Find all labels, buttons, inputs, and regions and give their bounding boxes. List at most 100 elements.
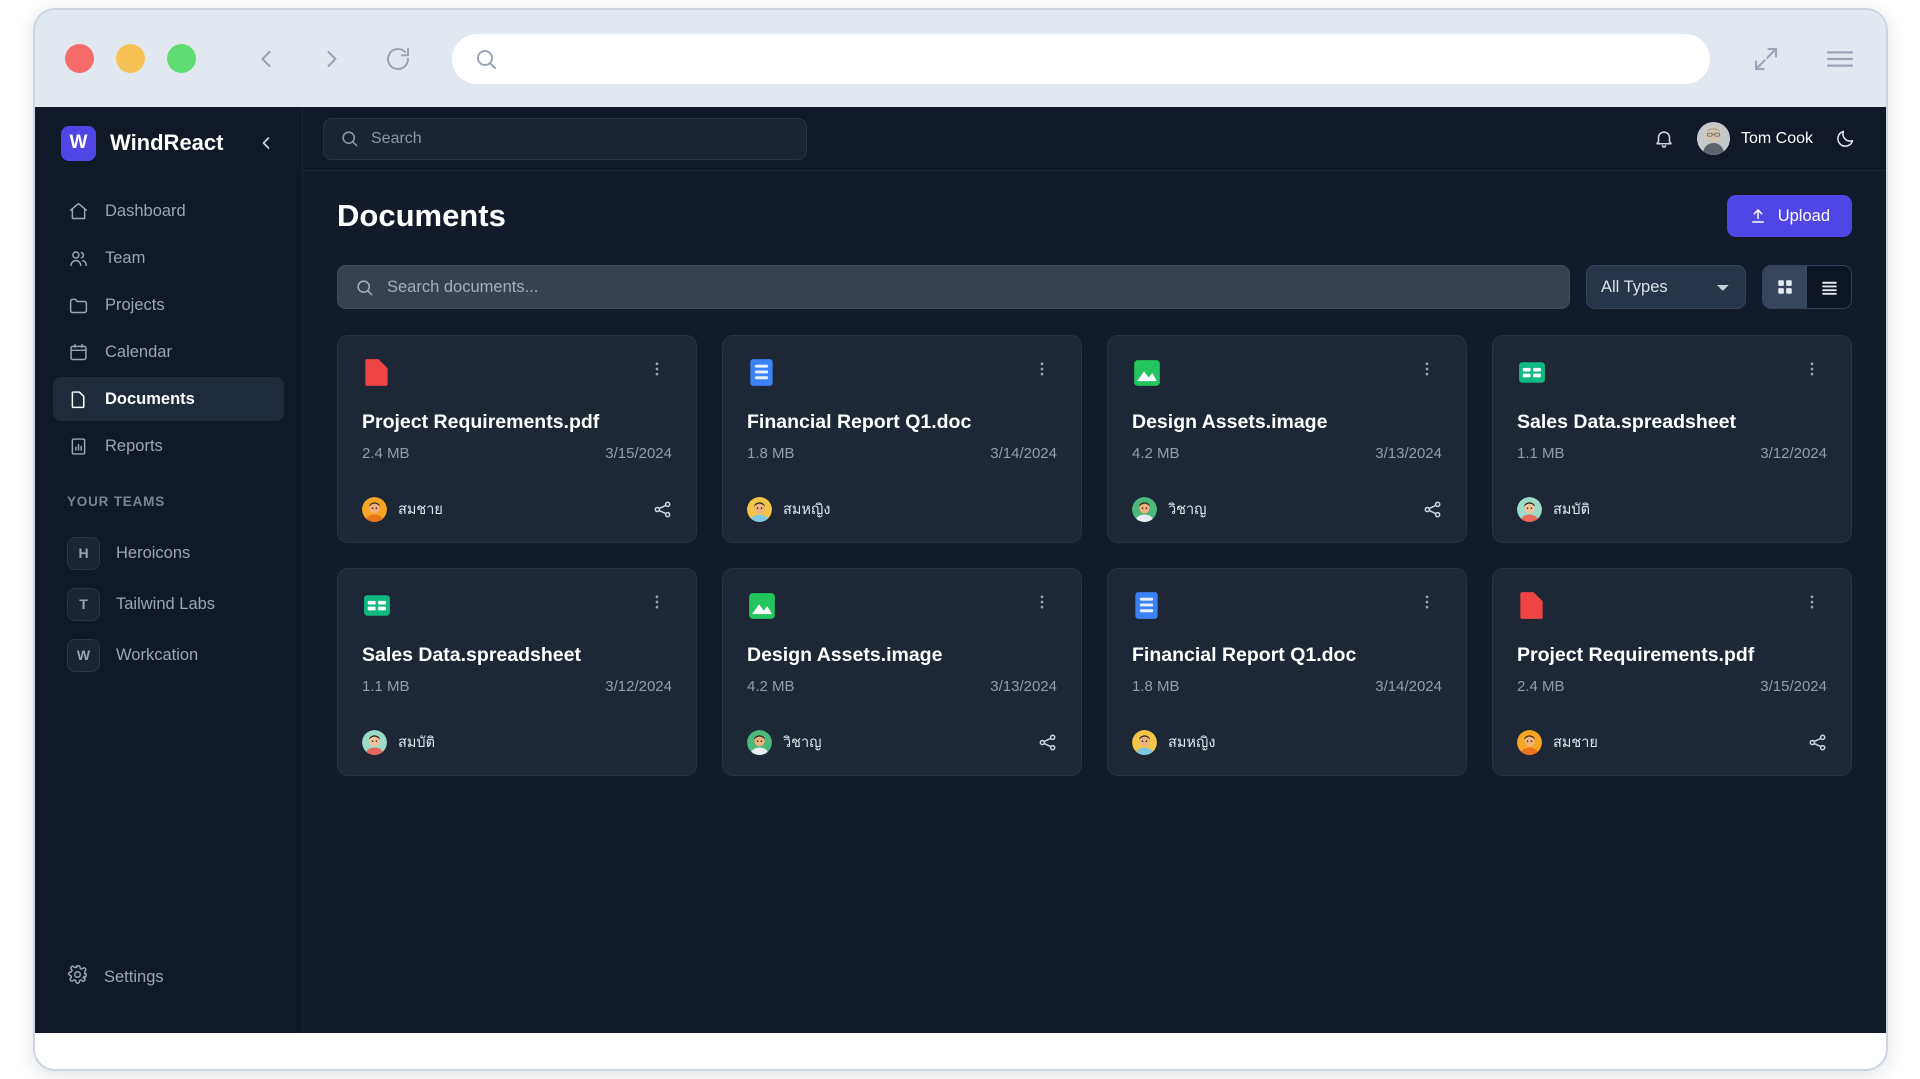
sidebar-item-label: Dashboard	[105, 201, 186, 220]
team-badge: T	[67, 587, 100, 621]
sidebar-item-settings[interactable]: Settings	[53, 955, 284, 999]
browser-address-bar[interactable]	[452, 33, 1710, 84]
pdf-file-icon	[1517, 591, 1546, 620]
owner-avatar	[747, 497, 772, 522]
image-file-icon	[747, 591, 776, 620]
document-name: Project Requirements.pdf	[1517, 644, 1755, 666]
user-menu[interactable]: Tom Cook	[1696, 122, 1813, 155]
search-icon	[340, 129, 359, 148]
grid-view-button[interactable]	[1763, 266, 1807, 308]
team-badge: W	[67, 638, 100, 672]
document-card[interactable]: Sales Data.spreadsheet 1.1 MB 3/12/2024 สมบ…	[1492, 335, 1852, 543]
sidebar-item-dashboard[interactable]: Dashboard	[53, 189, 284, 233]
card-menu-button[interactable]	[1412, 358, 1442, 380]
window-controls	[65, 44, 196, 73]
document-meta: 1.1 MB 3/12/2024	[1517, 445, 1827, 462]
document-meta: 2.4 MB 3/15/2024	[362, 445, 672, 462]
upload-button-label: Upload	[1777, 206, 1830, 225]
document-name: Sales Data.spreadsheet	[1517, 411, 1736, 433]
team-label: Workcation	[116, 645, 199, 664]
hamburger-menu-icon[interactable]	[1820, 39, 1860, 79]
document-owner: วิชาญ	[1168, 502, 1207, 518]
document-date: 3/14/2024	[990, 445, 1057, 462]
sidebar-item-projects[interactable]: Projects	[53, 283, 284, 327]
document-name: Sales Data.spreadsheet	[362, 644, 581, 666]
card-menu-button[interactable]	[642, 358, 672, 380]
document-size: 1.1 MB	[1517, 445, 1565, 462]
search-input[interactable]	[371, 129, 790, 148]
document-meta: 4.2 MB 3/13/2024	[1132, 445, 1442, 462]
folder-icon	[67, 295, 89, 316]
document-icon	[67, 389, 89, 410]
card-menu-button[interactable]	[1797, 358, 1827, 380]
calendar-icon	[67, 342, 89, 363]
share-icon[interactable]	[1808, 733, 1827, 752]
sidebar-team-heroicons[interactable]: H Heroicons	[53, 529, 284, 577]
document-search-input[interactable]	[387, 277, 1552, 297]
moon-icon[interactable]	[1835, 128, 1856, 149]
chevron-right-icon[interactable]	[312, 39, 352, 79]
global-search[interactable]	[323, 117, 807, 160]
document-card[interactable]: Project Requirements.pdf 2.4 MB 3/15/2024 ส…	[337, 335, 697, 543]
doc-file-icon	[747, 358, 776, 387]
user-name: Tom Cook	[1740, 129, 1813, 147]
card-menu-button[interactable]	[1027, 591, 1057, 613]
card-menu-button[interactable]	[1412, 591, 1442, 613]
card-menu-button[interactable]	[642, 591, 672, 613]
type-filter-select[interactable]: All Types	[1586, 265, 1746, 309]
brand-header: W WindReact	[35, 107, 302, 179]
owner-avatar	[362, 730, 387, 755]
document-card[interactable]: Design Assets.image 4.2 MB 3/13/2024 วิชาญ	[722, 568, 1082, 776]
upload-button[interactable]: Upload	[1726, 195, 1852, 237]
documents-page: Documents Upload Search documents... All…	[303, 171, 1886, 1033]
document-name: Financial Report Q1.doc	[1132, 644, 1357, 666]
document-date: 3/15/2024	[1760, 678, 1827, 695]
document-date: 3/15/2024	[605, 445, 672, 462]
expand-arrows-icon[interactable]	[1746, 39, 1786, 79]
filter-bar: All Types	[337, 265, 1852, 309]
sidebar-team-tailwind-labs[interactable]: T Tailwind Labs	[53, 580, 284, 628]
card-menu-button[interactable]	[1027, 358, 1057, 380]
document-name: Project Requirements.pdf	[362, 411, 600, 433]
sidebar-team-workcation[interactable]: W Workcation	[53, 631, 284, 679]
card-footer: สมหญิง	[747, 497, 1057, 522]
chevron-left-icon[interactable]	[246, 39, 286, 79]
document-search[interactable]	[337, 265, 1570, 309]
document-meta: 1.8 MB 3/14/2024	[1132, 678, 1442, 695]
document-date: 3/13/2024	[990, 678, 1057, 695]
document-date: 3/13/2024	[1375, 445, 1442, 462]
bell-icon[interactable]	[1653, 128, 1675, 150]
share-icon[interactable]	[1423, 500, 1442, 519]
page-title: Documents	[337, 198, 506, 233]
document-card[interactable]: Project Requirements.pdf 2.4 MB 3/15/2024 ส…	[1492, 568, 1852, 776]
close-window-button[interactable]	[65, 44, 94, 73]
sidebar-nav: Dashboard Team Projects Calendar Documen…	[35, 179, 302, 468]
share-icon[interactable]	[1038, 733, 1057, 752]
list-view-button[interactable]	[1807, 266, 1851, 308]
maximize-window-button[interactable]	[167, 44, 196, 73]
share-icon[interactable]	[653, 500, 672, 519]
document-card[interactable]: Design Assets.image 4.2 MB 3/13/2024 วิชาญ	[1107, 335, 1467, 543]
sidebar-item-team[interactable]: Team	[53, 236, 284, 280]
document-date: 3/12/2024	[1760, 445, 1827, 462]
document-size: 4.2 MB	[1132, 445, 1180, 462]
reload-icon[interactable]	[378, 39, 418, 79]
team-label: Heroicons	[116, 543, 191, 562]
sidebar-item-reports[interactable]: Reports	[53, 424, 284, 468]
minimize-window-button[interactable]	[116, 44, 145, 73]
upload-arrow-icon	[1749, 207, 1767, 225]
document-date: 3/14/2024	[1375, 678, 1442, 695]
card-menu-button[interactable]	[1797, 591, 1827, 613]
brand-name: WindReact	[110, 130, 224, 155]
browser-chrome	[35, 10, 1886, 107]
address-input[interactable]	[510, 49, 1688, 68]
sidebar-item-documents[interactable]: Documents	[53, 377, 284, 421]
card-header	[1132, 591, 1442, 620]
document-card[interactable]: Financial Report Q1.doc 1.8 MB 3/14/2024 สม…	[1107, 568, 1467, 776]
document-owner: สมหญิง	[783, 502, 831, 518]
owner-avatar	[1132, 497, 1157, 522]
sidebar-collapse-button[interactable]	[252, 129, 280, 157]
document-card[interactable]: Sales Data.spreadsheet 1.1 MB 3/12/2024 สมบ…	[337, 568, 697, 776]
sidebar-item-calendar[interactable]: Calendar	[53, 330, 284, 374]
document-card[interactable]: Financial Report Q1.doc 1.8 MB 3/14/2024 สม…	[722, 335, 1082, 543]
